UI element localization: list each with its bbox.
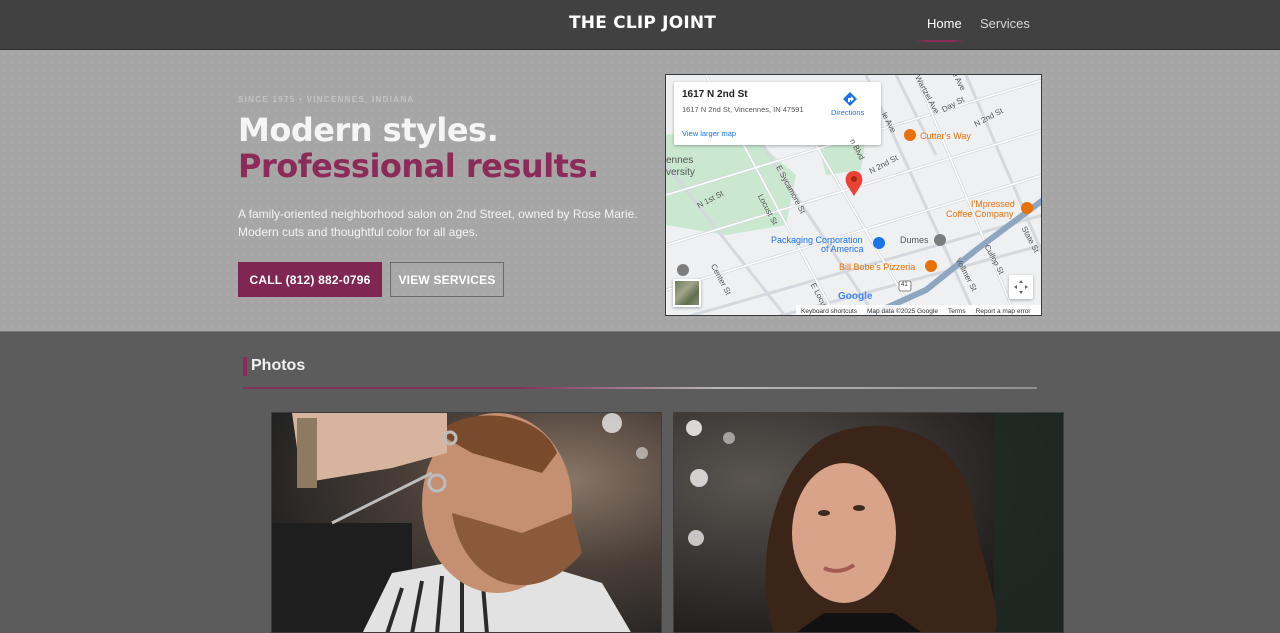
hero-headline-line2: Professional results. (238, 147, 599, 185)
fullscreen-icon (1014, 280, 1028, 294)
view-services-button[interactable]: VIEW SERVICES (390, 262, 504, 297)
poi-cutters-way[interactable]: Cutter's Way (920, 131, 971, 141)
hero-intro: A family-oriented neighborhood salon on … (238, 205, 658, 241)
hero-eyebrow: SINCE 1975 • VINCENNES, INDIANA (238, 95, 415, 104)
directions-icon[interactable] (842, 91, 858, 107)
map-place-address: 1617 N 2nd St, Vincennes, IN 47591 (682, 105, 804, 114)
map-place-title: 1617 N 2nd St (682, 89, 748, 100)
food-pin-icon (904, 129, 916, 141)
site-header: THE CLIP JOINT Home Services (0, 0, 1280, 50)
poi-dumes[interactable]: Dumes (900, 235, 929, 245)
map-area-label: ennes (666, 155, 694, 166)
place-pin-icon (677, 264, 689, 276)
photos-section-title: Photos (251, 357, 306, 374)
hero-intro-line2: Modern cuts and thoughtful color for all… (238, 225, 479, 239)
map-attribution-bar: Keyboard shortcuts Map data ©2025 Google… (796, 305, 1041, 315)
poi-coffee-company[interactable]: Coffee Company (946, 209, 1013, 219)
hero-headline-line1: Modern styles. (238, 111, 499, 149)
place-pin-icon (934, 234, 946, 246)
poi-impressed[interactable]: I'Mpressed (971, 199, 1015, 209)
brand-logo-text[interactable]: THE CLIP JOINT (569, 13, 716, 33)
directions-link[interactable]: Directions (831, 108, 864, 117)
nav-home-link[interactable]: Home (927, 16, 962, 31)
photo-woman-curly-hair[interactable] (673, 412, 1064, 633)
nav-active-indicator (916, 40, 964, 42)
coffee-pin-icon (1021, 202, 1033, 214)
fullscreen-button[interactable] (1009, 275, 1033, 299)
highway-shield-label: 41 (901, 282, 908, 288)
photo-woman-image (674, 413, 1063, 632)
embedded-map[interactable]: 1617 N 2nd St 1617 N 2nd St, Vincennes, … (665, 74, 1042, 316)
map-area-label: versity (666, 167, 695, 178)
view-larger-map-link[interactable]: View larger map (682, 129, 736, 138)
report-map-error-link[interactable]: Report a map error (976, 308, 1031, 315)
map-data-credit: Map data ©2025 Google (867, 307, 938, 315)
poi-packaging-corp-line2[interactable]: of America (821, 244, 864, 254)
satellite-toggle[interactable] (673, 279, 701, 307)
google-logo: Google (838, 291, 872, 302)
keyboard-shortcuts-link[interactable]: Keyboard shortcuts (801, 308, 857, 315)
terms-link[interactable]: Terms (948, 308, 966, 315)
hero-section: SINCE 1975 • VINCENNES, INDIANA Modern s… (0, 50, 1280, 332)
nav-services-link[interactable]: Services (980, 16, 1030, 31)
photos-divider (243, 387, 1037, 389)
pizza-pin-icon (925, 260, 937, 272)
photo-barber-beard-trim[interactable] (271, 412, 662, 633)
map-place-card: 1617 N 2nd St 1617 N 2nd St, Vincennes, … (674, 82, 881, 145)
photos-title-accent (243, 357, 247, 376)
business-pin-icon (873, 237, 885, 249)
call-button[interactable]: CALL (812) 882-0796 (238, 262, 382, 297)
photo-barber-image (272, 413, 661, 632)
google-logo-text: Google (838, 291, 873, 302)
poi-bill-bobes-pizzeria[interactable]: Bill Bobe's Pizzeria (839, 262, 915, 272)
hero-intro-line1: A family-oriented neighborhood salon on … (238, 207, 638, 221)
